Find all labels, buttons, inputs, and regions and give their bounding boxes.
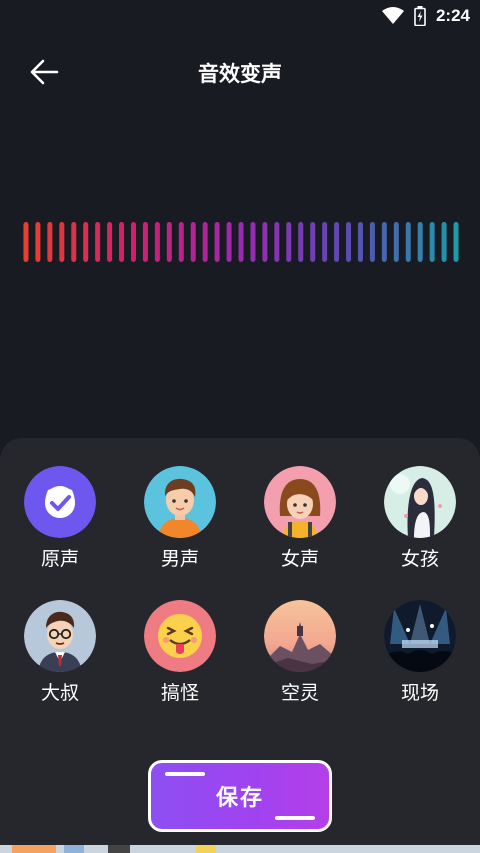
ethereal-landscape-icon [264,600,336,672]
live-concert-icon [384,600,456,672]
taskbar-item [64,845,84,853]
status-time: 2:24 [435,6,470,25]
waveform-bar [166,222,172,262]
man-avatar-icon [144,466,216,538]
waveform-bar [286,222,292,262]
effect-label: 大叔 [40,682,79,704]
waveform-bar [59,222,65,262]
effect-label: 男声 [160,548,199,570]
effect-ethereal[interactable]: 空灵 [240,600,360,704]
save-button-label: 保存 [215,786,264,811]
effect-label: 女声 [280,548,319,570]
waveform-bar [178,222,184,262]
taskbar-item [12,845,56,853]
waveform-bar [262,222,268,262]
waveform-bar [238,222,244,262]
effect-funny[interactable]: 搞怪 [120,600,240,704]
effect-girl[interactable]: 女孩 [360,466,480,570]
effect-original[interactable]: 原声 [0,466,120,570]
waveform-bar [250,222,256,262]
taskbar-strip [0,845,480,853]
waveform-bar [130,222,136,262]
effect-male[interactable]: 男声 [120,466,240,570]
save-button-deco-top [165,772,205,776]
page-title: 音效变声 [198,62,282,86]
waveform-bar [202,222,208,262]
girl-avatar-icon [384,466,456,538]
funny-emoji-icon [144,600,216,672]
waveform-bar [405,222,411,262]
waveform-bar [298,222,304,262]
waveform-bar [393,222,399,262]
waveform-bar [429,222,435,262]
taskbar-item [108,845,130,853]
waveform-bar [381,222,387,262]
waveform-bar [346,222,352,262]
waveform-bar [214,222,220,262]
status-bar: 2:24 [0,0,480,32]
waveform-bar [83,222,89,262]
effects-grid: 原声 男声 女声 女孩 大叔 搞怪 空灵 现场 [0,466,480,704]
audio-waveform [23,222,459,262]
effect-label: 原声 [40,548,79,570]
save-button-deco-bottom [275,816,315,820]
effect-label: 现场 [400,682,439,704]
effect-female[interactable]: 女声 [240,466,360,570]
waveform-bar [417,222,423,262]
effect-label: 女孩 [400,548,439,570]
save-button[interactable]: 保存 [148,760,332,832]
header: 音效变声 [0,50,480,94]
waveform-bar [453,222,459,262]
woman-avatar-icon [264,466,336,538]
effect-uncle[interactable]: 大叔 [0,600,120,704]
waveform-bar [226,222,232,262]
checkmark-badge-icon [24,466,96,538]
waveform-bar [154,222,160,262]
effect-live[interactable]: 现场 [360,600,480,704]
waveform-bar [310,222,316,262]
waveform-bar [119,222,125,262]
waveform-bar [107,222,113,262]
wifi-icon [381,7,404,24]
uncle-avatar-icon [24,600,96,672]
effect-label: 搞怪 [160,682,199,704]
waveform-bar [142,222,148,262]
taskbar-item [196,845,216,853]
waveform-bar [23,222,29,262]
waveform-bar [71,222,77,262]
waveform-bar [369,222,375,262]
effect-label: 空灵 [280,682,319,704]
waveform-bar [334,222,340,262]
waveform-bar [274,222,280,262]
waveform-bar [441,222,447,262]
waveform-bar [35,222,41,262]
waveform-bar [95,222,101,262]
waveform-bar [357,222,363,262]
battery-charging-icon [414,6,426,26]
waveform-bar [322,222,328,262]
waveform-bar [190,222,196,262]
waveform-bar [47,222,53,262]
